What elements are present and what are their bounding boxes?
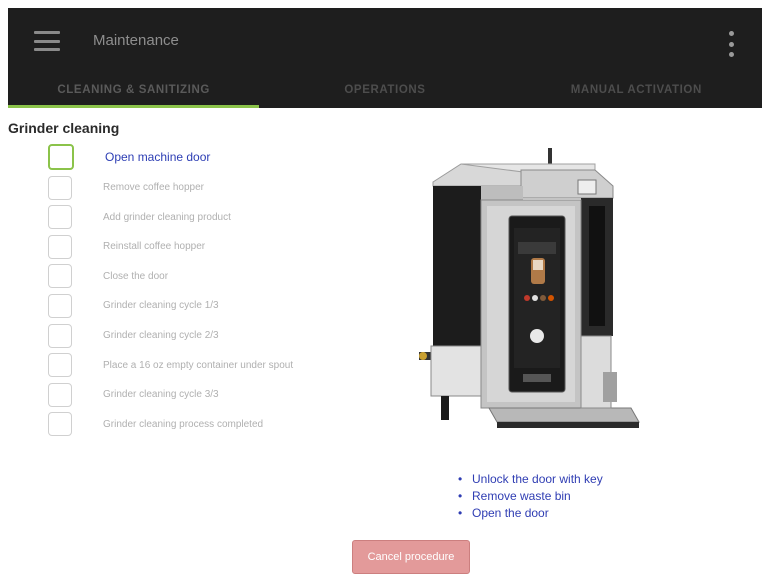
step-label: Place a 16 oz empty container under spou… (103, 359, 294, 371)
app-frame: Maintenance CLEANING & SANITIZING OPERAT… (8, 8, 762, 574)
main-content: Grinder cleaning Open machine door Remov… (8, 108, 762, 574)
step-label: Close the door (103, 270, 169, 282)
step-item[interactable]: Add grinder cleaning product (48, 205, 298, 230)
step-item[interactable]: Place a 16 oz empty container under spou… (48, 353, 298, 378)
instruction-item: Open the door (458, 505, 603, 522)
step-item[interactable]: Grinder cleaning cycle 3/3 (48, 382, 298, 407)
step-label: Grinder cleaning cycle 1/3 (103, 300, 219, 312)
step-item[interactable]: Open machine door (48, 144, 298, 170)
step-label: Reinstall coffee hopper (103, 241, 206, 253)
step-item[interactable]: Grinder cleaning cycle 2/3 (48, 323, 298, 348)
step-checkbox[interactable] (48, 175, 72, 200)
instruction-item: Unlock the door with key (458, 471, 603, 488)
instruction-item: Remove waste bin (458, 488, 603, 505)
cancel-procedure-button[interactable]: Cancel procedure (352, 540, 470, 574)
step-checkbox[interactable] (48, 205, 72, 230)
step-checkbox[interactable] (48, 234, 72, 259)
coffee-machine-image (419, 148, 640, 428)
step-checkbox[interactable] (48, 382, 72, 407)
toolbar: Maintenance (8, 8, 762, 72)
step-label: Grinder cleaning process completed (103, 418, 264, 430)
step-checkbox[interactable] (48, 323, 72, 348)
step-item[interactable]: Remove coffee hopper (48, 175, 298, 200)
instruction-list: Unlock the door with key Remove waste bi… (458, 471, 603, 522)
section-title: Grinder cleaning (8, 120, 120, 136)
step-label: Open machine door (105, 149, 211, 164)
step-checkbox[interactable] (48, 412, 72, 437)
step-item[interactable]: Grinder cleaning cycle 1/3 (48, 293, 298, 318)
more-vert-icon[interactable] (724, 31, 738, 57)
step-checkbox[interactable] (48, 293, 72, 318)
step-list: Open machine door Remove coffee hopper A… (48, 144, 298, 442)
step-checkbox[interactable] (48, 144, 74, 170)
app-bar: Maintenance CLEANING & SANITIZING OPERAT… (8, 8, 762, 108)
hamburger-menu-icon[interactable] (34, 31, 60, 51)
tab-cleaning-sanitizing[interactable]: CLEANING & SANITIZING (8, 72, 260, 108)
step-item[interactable]: Reinstall coffee hopper (48, 234, 298, 259)
step-label: Grinder cleaning cycle 2/3 (103, 330, 219, 342)
tab-bar: CLEANING & SANITIZING OPERATIONS MANUAL … (8, 72, 762, 108)
step-label: Grinder cleaning cycle 3/3 (103, 389, 219, 401)
tab-operations[interactable]: OPERATIONS (259, 72, 510, 108)
step-item[interactable]: Grinder cleaning process completed (48, 412, 298, 437)
step-label: Add grinder cleaning product (103, 211, 231, 223)
step-item[interactable]: Close the door (48, 264, 298, 289)
step-checkbox[interactable] (48, 264, 72, 289)
step-checkbox[interactable] (48, 353, 72, 378)
step-label: Remove coffee hopper (103, 182, 204, 194)
tab-manual-activation[interactable]: MANUAL ACTIVATION (511, 72, 762, 108)
page-title: Maintenance (93, 32, 179, 49)
